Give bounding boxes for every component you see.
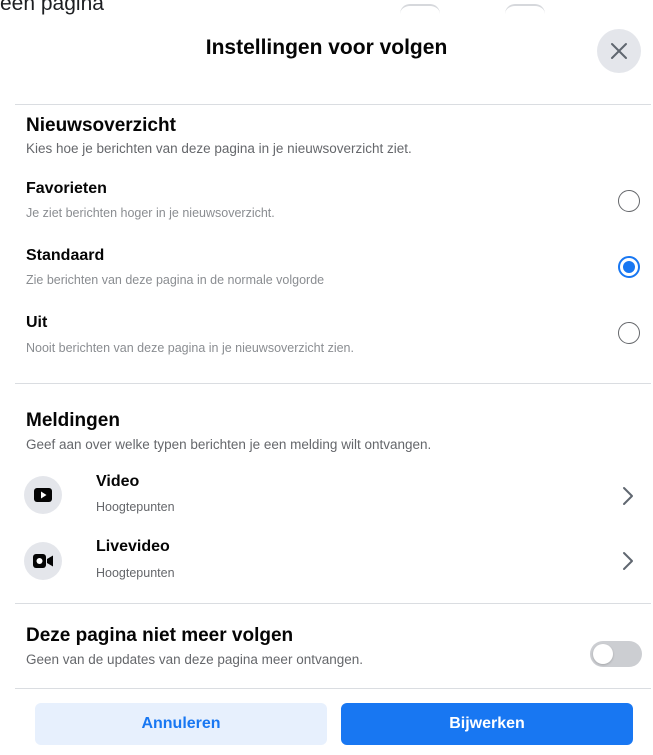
dialog-header: Instellingen voor volgen	[0, 16, 653, 88]
close-button[interactable]	[597, 29, 641, 73]
chevron-right-icon[interactable]	[620, 484, 636, 508]
toggle-knob	[593, 644, 613, 664]
footer-divider	[15, 688, 651, 689]
radio-off[interactable]	[618, 322, 640, 344]
news-feed-title: Nieuwsoverzicht	[26, 115, 176, 136]
video-play-icon	[34, 488, 52, 502]
notification-video-label: Video	[96, 473, 140, 490]
live-video-camera-icon	[33, 554, 53, 568]
notification-livevideo-label: Livevideo	[96, 538, 170, 555]
option-favorites-label: Favorieten	[26, 180, 107, 197]
cut-off-decoration	[400, 4, 440, 14]
video-icon-circle	[24, 476, 62, 514]
update-button[interactable]: Bijwerken	[341, 703, 633, 745]
option-favorites-description: Je ziet berichten hoger in je nieuwsover…	[26, 206, 275, 220]
option-standard-label: Standaard	[26, 247, 105, 264]
option-off-description: Nooit berichten van deze pagina in je ni…	[26, 341, 354, 355]
notification-video-sublabel: Hoogtepunten	[96, 500, 175, 514]
notification-livevideo-sublabel: Hoogtepunten	[96, 566, 175, 580]
option-off-label: Uit	[26, 314, 48, 331]
unfollow-toggle[interactable]	[590, 641, 642, 667]
cut-off-heading: een pagina	[0, 0, 104, 15]
chevron-right-icon[interactable]	[620, 549, 636, 573]
close-icon	[611, 43, 627, 59]
section-divider	[15, 603, 651, 604]
option-standard-description: Zie berichten van deze pagina in de norm…	[26, 273, 325, 287]
unfollow-title: Deze pagina niet meer volgen	[26, 625, 294, 646]
cut-off-decoration	[505, 4, 545, 14]
dialog-title: Instellingen voor volgen	[205, 36, 448, 59]
news-feed-subtitle: Kies hoe je berichten van deze pagina in…	[26, 141, 412, 156]
notifications-title: Meldingen	[26, 410, 120, 431]
livevideo-icon-circle	[24, 542, 62, 580]
radio-standard[interactable]	[618, 256, 640, 278]
radio-favorites[interactable]	[618, 190, 640, 212]
unfollow-subtitle: Geen van de updates van deze pagina meer…	[26, 652, 363, 667]
cancel-button[interactable]: Annuleren	[35, 703, 327, 745]
section-divider	[15, 383, 651, 384]
notifications-subtitle: Geef aan over welke typen berichten je e…	[26, 437, 432, 452]
header-divider	[15, 104, 651, 105]
